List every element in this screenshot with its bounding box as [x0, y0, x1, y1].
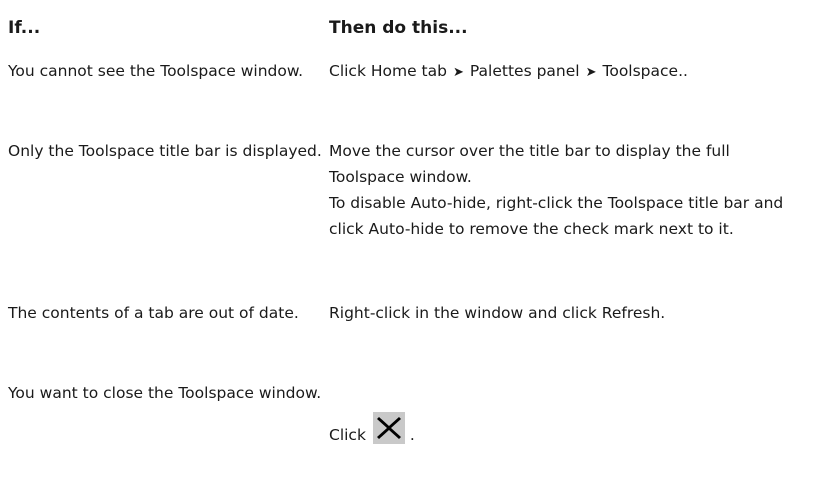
header-if: If...	[8, 18, 41, 38]
instruction-line: Move the cursor over the title bar to di…	[329, 142, 730, 186]
instruction-part: Click Home tab	[329, 62, 447, 80]
close-icon	[372, 412, 405, 444]
if-then-table: If... Then do this... You cannot see the…	[8, 0, 808, 478]
if-cell: You want to close the Toolspace window.	[8, 384, 322, 402]
if-cell: The contents of a tab are out of date.	[8, 304, 299, 322]
table-header-row: If... Then do this...	[8, 0, 808, 58]
table-row: Only the Toolspace title bar is displaye…	[8, 138, 808, 300]
table-row: You cannot see the Toolspace window. Cli…	[8, 58, 808, 138]
close-icon-glyph	[376, 417, 401, 439]
arrow-icon: ➤	[452, 65, 464, 80]
instruction-part: Palettes panel	[469, 62, 580, 80]
then-cell: Right-click in the window and click Refr…	[329, 304, 666, 322]
then-cell: Click .	[329, 380, 808, 448]
table-row: You want to close the Toolspace window. …	[8, 380, 808, 478]
table-row: The contents of a tab are out of date. R…	[8, 300, 808, 380]
instruction-punctuation: .	[409, 426, 415, 444]
arrow-icon: ➤	[585, 65, 597, 80]
if-cell: You cannot see the Toolspace window.	[8, 62, 304, 80]
instruction-line: To disable Auto-hide, right-click the To…	[329, 194, 784, 238]
instruction-text: Click	[329, 426, 366, 444]
then-cell: Move the cursor over the title bar to di…	[329, 138, 808, 242]
instruction-part: Toolspace..	[602, 62, 688, 80]
if-cell: Only the Toolspace title bar is displaye…	[8, 142, 322, 160]
header-then: Then do this...	[329, 18, 468, 38]
then-cell: Click Home tab ➤ Palettes panel ➤ Toolspace.…	[329, 58, 808, 86]
